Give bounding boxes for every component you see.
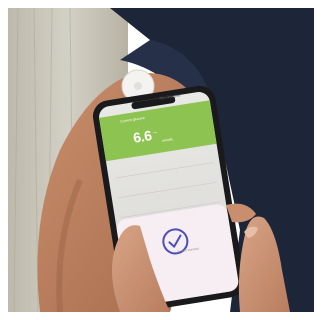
sensor-center (134, 82, 142, 90)
photo-scene (0, 0, 322, 320)
reading-value: 6.6 (131, 127, 153, 146)
trend-arrow-icon: → (150, 128, 159, 137)
